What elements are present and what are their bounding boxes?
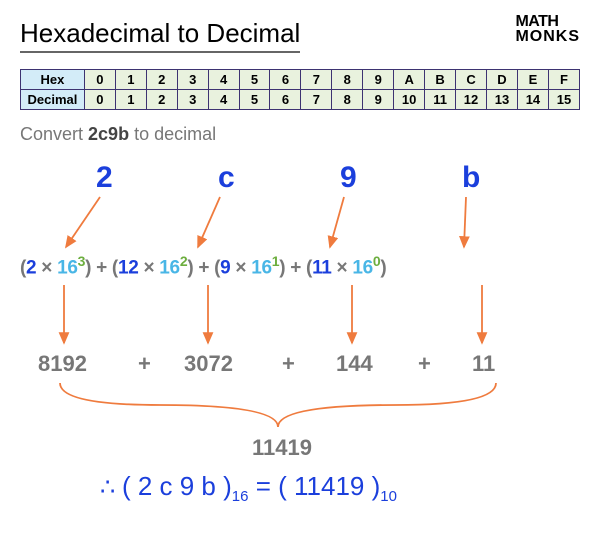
table-row: Hex 0 1 2 3 4 5 6 7 8 9 A B C D E F: [21, 70, 580, 90]
diagram-stage: 2 c 9 b (2 × 163) + (12 × 162) + (9 × 16…: [20, 147, 580, 527]
prompt-suffix: to decimal: [129, 124, 216, 144]
hex-digit-2: 2: [96, 161, 113, 195]
hex-digit-c: c: [218, 161, 235, 195]
logo-line1: MATH: [515, 14, 580, 29]
plus-icon: +: [418, 351, 431, 377]
table-row: Decimal 0 1 2 3 4 5 6 7 8 9 10 11 12 13 …: [21, 90, 580, 110]
plus-icon: +: [282, 351, 295, 377]
hex-digit-b: b: [462, 161, 480, 195]
page-title: Hexadecimal to Decimal: [20, 18, 300, 53]
expansion-row: (2 × 163) + (12 × 162) + (9 × 161) + (11…: [20, 253, 386, 279]
therefore-symbol: ∴: [100, 474, 122, 501]
prompt-value: 2c9b: [88, 124, 129, 144]
product-144: 144: [336, 351, 373, 377]
arrows-overlay: [20, 147, 580, 527]
product-11: 11: [472, 351, 495, 377]
final-equation: ∴ ( 2 c 9 b )16 = ( 11419 )10: [100, 471, 397, 505]
logo: MATH MONKS: [515, 14, 580, 44]
sum-value: 11419: [252, 435, 312, 461]
product-8192: 8192: [38, 351, 87, 377]
plus-icon: +: [138, 351, 151, 377]
prompt: Convert 2c9b to decimal: [20, 124, 580, 145]
hex-digit-9: 9: [340, 161, 357, 195]
hex-header: Hex: [21, 70, 85, 90]
prompt-prefix: Convert: [20, 124, 88, 144]
decimal-header: Decimal: [21, 90, 85, 110]
hex-table: Hex 0 1 2 3 4 5 6 7 8 9 A B C D E F Deci…: [20, 69, 580, 110]
product-3072: 3072: [184, 351, 233, 377]
logo-line2: MONKS: [515, 29, 580, 44]
